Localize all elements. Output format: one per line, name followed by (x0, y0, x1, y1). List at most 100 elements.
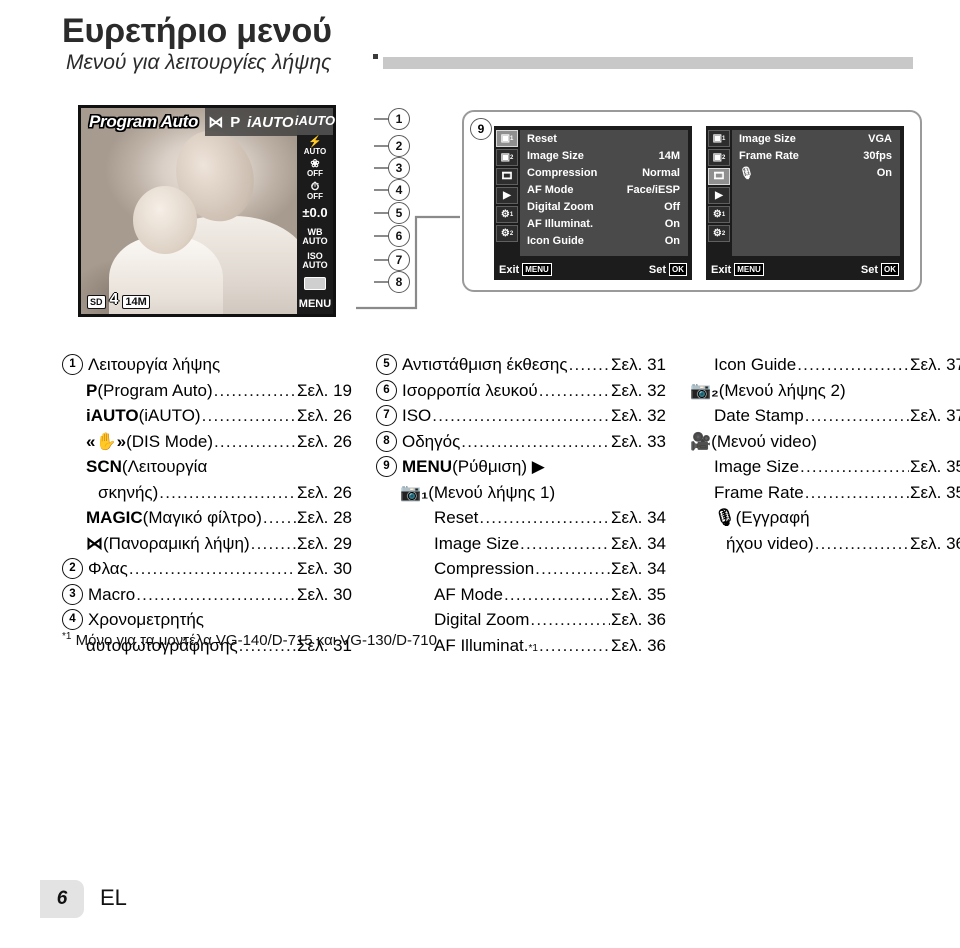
menu-row-sound-recording[interactable]: 🎙 On (732, 164, 900, 181)
entry-page: Σελ. 26 (297, 482, 352, 502)
index-entry[interactable]: Image Size Σελ. 35 (690, 454, 960, 480)
menu-row-icon-guide[interactable]: Icon Guide On (520, 232, 688, 249)
tab-video[interactable]: 🎞 (708, 168, 730, 185)
index-entry[interactable]: Icon Guide Σελ. 37 (690, 352, 960, 378)
menu-value: Normal (642, 166, 680, 179)
callout-4: 4 (388, 179, 410, 201)
video-menu-icon: 🎥 (690, 431, 712, 451)
menu-row-frame-rate[interactable]: Frame Rate 30fps (732, 147, 900, 164)
index-entry[interactable]: Frame Rate Σελ. 35 (690, 480, 960, 506)
entry-label: AF Illuminat. (434, 635, 529, 655)
index-entry[interactable]: Date Stamp Σελ. 37 (690, 403, 960, 429)
tab-shooting-2[interactable]: ▣ 2 (496, 149, 518, 166)
entry-page: Σελ. 32 (611, 406, 666, 425)
page-subtitle: Μενού για λειτουργίες λήψης (66, 51, 332, 74)
tab-setup-2[interactable]: ⚙ 2 (496, 225, 518, 242)
entry-page: Σελ. 26 (297, 431, 352, 451)
index-entry[interactable]: ήχου video) Σελ. 36 (690, 531, 960, 557)
index-entry: 📷₂ (Μενού λήψης 2) (690, 378, 960, 404)
entry-number: 2 (62, 558, 83, 580)
tab-setup-2[interactable]: ⚙ 2 (708, 225, 730, 242)
menu-row-af-mode[interactable]: AF Mode Face/iESP (520, 181, 688, 198)
rail-menu-icon: MENU (298, 297, 332, 310)
menu-key-icon: MENU (522, 262, 552, 276)
shooting-menu-2-icon: 📷₂ (690, 380, 719, 400)
menu-footer-bar: Exit MENU Set OK (494, 258, 692, 280)
tab-video[interactable]: 🎞 (496, 168, 518, 185)
index-entry: 1 Λειτουργία λήψης (62, 352, 352, 378)
mode-icon-scn: SCN (86, 457, 122, 476)
entry-number: 8 (376, 430, 397, 452)
index-entry[interactable]: 3 Macro Σελ. 30 (62, 582, 352, 608)
tab-setup-1[interactable]: ⚙ 1 (708, 206, 730, 223)
index-entry[interactable]: 8 Οδηγός Σελ. 33 (376, 429, 666, 455)
tab-shooting-1[interactable]: ▣ 1 (496, 130, 518, 147)
menu-row-reset[interactable]: Reset (520, 130, 688, 147)
dot-leader (263, 505, 296, 531)
entry-page: Σελ. 37 (910, 406, 960, 425)
tab-shooting-2[interactable]: ▣ 2 (708, 149, 730, 166)
page-title: Ευρετήριο μενού (62, 12, 332, 50)
index-entry[interactable]: Reset Σελ. 34 (376, 505, 666, 531)
entry-number: 6 (376, 379, 397, 401)
index-entry[interactable]: 6 Ισορροπία λευκού Σελ. 32 (376, 378, 666, 404)
entry-label: (Μενού video) (711, 431, 817, 451)
dot-leader (251, 531, 296, 557)
menu-row-image-size[interactable]: Image Size VGA (732, 130, 900, 147)
index-entry[interactable]: MAGIC (Μαγικό φίλτρο) Σελ. 28 (62, 505, 352, 531)
lcd-mode-label: Program Auto (89, 112, 199, 131)
index-column-1: 1 Λειτουργία λήψης P (Program Auto) Σελ.… (62, 352, 352, 658)
index-entry[interactable]: P (Program Auto) Σελ. 19 (62, 378, 352, 404)
index-entry[interactable]: σκηνής) Σελ. 26 (62, 480, 352, 506)
index-entry[interactable]: ⋈ (Πανοραμική λήψη) Σελ. 29 (62, 531, 352, 557)
entry-number: 5 (376, 354, 397, 376)
figure-camera-menu-diagram: Program Auto ⋈ P iAUTO iAUTO ⚡ AUTO ❀ OFF (0, 96, 960, 336)
menu-row-compression[interactable]: Compression Normal (520, 164, 688, 181)
index-entry[interactable]: Digital Zoom Σελ. 36 (376, 607, 666, 633)
index-entry: 📷₁ (Μενού λήψης 1) (376, 480, 666, 506)
index-entry[interactable]: AF Mode Σελ. 35 (376, 582, 666, 608)
entry-page: Σελ. 36 (611, 635, 666, 655)
menu-key-icon: MENU (734, 262, 764, 276)
tab-shooting-1[interactable]: ▣ 1 (708, 130, 730, 147)
menu-row-digital-zoom[interactable]: Digital Zoom Off (520, 198, 688, 215)
entry-page: Σελ. 37 (910, 355, 960, 374)
tab-playback[interactable]: ▶ (708, 187, 730, 204)
lcd-icon-rail: iAUTO ⚡ AUTO ❀ OFF ⏱ OFF ±0.0 WB AUTO IS… (295, 108, 335, 314)
mode-icon-panorama: ⋈ (86, 533, 103, 553)
rail-iso-icon: ISO AUTO (302, 251, 328, 271)
dot-leader (535, 556, 610, 582)
index-entry[interactable]: iAUTO (iAUTO) Σελ. 26 (62, 403, 352, 429)
footnote-text: Μόνο για τα μοντέλα VG-140/D-715 και VG-… (75, 632, 437, 649)
index-entry[interactable]: 7 ISO Σελ. 32 (376, 403, 666, 429)
callout-5: 5 (388, 202, 410, 224)
tab-playback[interactable]: ▶ (496, 187, 518, 204)
entry-label: (iAUTO) (138, 406, 201, 425)
index-entry: 4 Χρονομετρητής (62, 607, 352, 633)
entry-label: (Μενού λήψης 2) (718, 380, 846, 400)
callout-6: 6 (388, 225, 410, 247)
mode-icon-dis: «✋» (86, 431, 127, 451)
index-entry[interactable]: 2 Φλας Σελ. 30 (62, 556, 352, 582)
menu-item-list: Image Size VGA Frame Rate 30fps 🎙 On (732, 130, 900, 256)
index-entry[interactable]: «✋» (DIS Mode) Σελ. 26 (62, 429, 352, 455)
tab-setup-1[interactable]: ⚙ 1 (496, 206, 518, 223)
index-entry[interactable]: Image Size Σελ. 34 (376, 531, 666, 557)
index-entry[interactable]: 5 Αντιστάθμιση έκθεσης Σελ. 31 (376, 352, 666, 378)
menu-row-af-illuminator[interactable]: AF Illuminat. On (520, 215, 688, 232)
program-auto-icon: P (230, 113, 241, 131)
menu-footer-bar: Exit MENU Set OK (706, 258, 904, 280)
entry-number: 7 (376, 405, 397, 427)
menu-screen-shooting-1: ▣1 ▣2 🎞 ▶ ⚙1 ⚙2 Reset Image Size 14M (494, 126, 692, 280)
dot-leader (815, 531, 909, 557)
index-entry[interactable]: Compression Σελ. 34 (376, 556, 666, 582)
index-entry: 🎙 (Εγγραφή (690, 505, 960, 531)
menu-screens-group: ▣1 ▣2 🎞 ▶ ⚙1 ⚙2 Reset Image Size 14M (462, 110, 922, 292)
entry-label: Icon Guide (714, 355, 797, 374)
entry-label: (Εγγραφή (735, 508, 810, 527)
callout-7: 7 (388, 249, 410, 271)
entry-page: Σελ. 35 (910, 482, 960, 502)
menu-row-image-size[interactable]: Image Size 14M (520, 147, 688, 164)
entry-label: Ισορροπία λευκού (402, 380, 538, 400)
menu-value: Face/iESP (626, 183, 680, 196)
